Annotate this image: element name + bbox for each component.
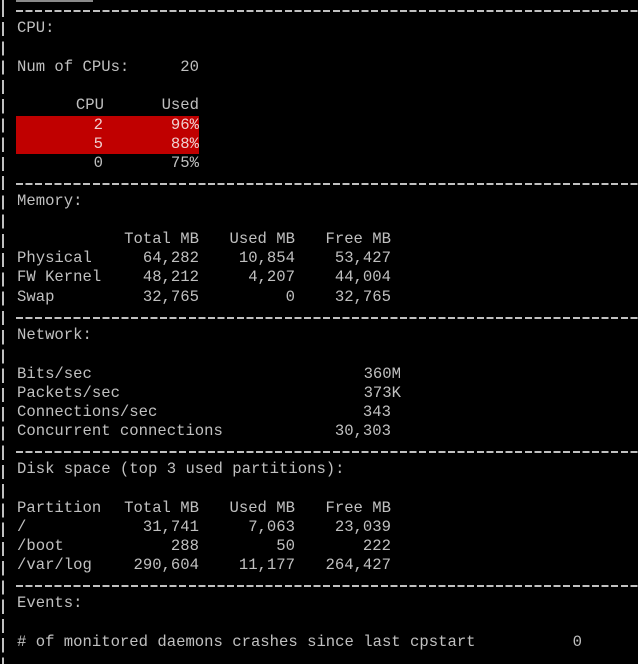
network-section-title: Network: [17, 326, 92, 344]
memory-row-free: 44,004 [334, 268, 391, 286]
cpu-section-title: CPU: [17, 19, 55, 37]
num-cpus-value: 20 [180, 58, 199, 76]
disk-row-free: 222 [362, 537, 391, 555]
section-divider [16, 183, 638, 185]
network-row-value: 30,303 [334, 422, 391, 440]
memory-row-total: 32,765 [142, 288, 199, 306]
events-section-title: Events: [17, 594, 83, 612]
network-row-value: 373K [363, 384, 401, 402]
cpu-row-alert: 2 96% [16, 116, 199, 136]
memory-header-used: Used MB [229, 230, 295, 248]
events-row-value: 0 [572, 633, 582, 651]
disk-row-total: 31,741 [142, 518, 199, 536]
cpu-header-used: Used [161, 96, 199, 114]
memory-row-free: 53,427 [334, 249, 391, 267]
events-row-label: # of monitored daemons crashes since las… [17, 633, 476, 651]
disk-row-name: /boot [17, 537, 64, 555]
memory-section-title: Memory: [17, 192, 83, 210]
disk-row-used: 50 [276, 537, 295, 555]
previous-line-fragment [16, 0, 93, 2]
cpu-id: 0 [93, 154, 103, 172]
memory-row-name: Swap [17, 288, 55, 306]
memory-row-used: 0 [285, 288, 295, 306]
section-divider [16, 10, 638, 12]
disk-row-name: /var/log [17, 556, 92, 574]
memory-row-used: 4,207 [248, 268, 295, 286]
disk-header-partition: Partition [17, 499, 102, 517]
memory-header-free: Free MB [325, 230, 391, 248]
disk-row-free: 23,039 [334, 518, 391, 536]
terminal-window[interactable]: CPU: Num of CPUs: 20 CPU Used 2 96% 5 88… [0, 0, 638, 664]
memory-header-total: Total MB [124, 230, 199, 248]
memory-row-name: FW Kernel [17, 268, 102, 286]
disk-header-free: Free MB [325, 499, 391, 517]
cpu-id: 2 [93, 116, 103, 134]
disk-row-free: 264,427 [325, 556, 391, 574]
network-row-value: 360M [363, 365, 401, 383]
network-row-label: Packets/sec [17, 384, 120, 402]
disk-row-total: 290,604 [133, 556, 199, 574]
section-divider [16, 585, 638, 587]
cpu-used: 96% [170, 116, 199, 134]
cpu-header-cpu: CPU [75, 96, 104, 114]
cpu-used: 75% [170, 154, 199, 172]
memory-row-used: 10,854 [238, 249, 295, 267]
disk-header-total: Total MB [124, 499, 199, 517]
left-border [2, 0, 4, 664]
disk-row-total: 288 [170, 537, 199, 555]
memory-row-free: 32,765 [334, 288, 391, 306]
network-row-value: 343 [362, 403, 391, 421]
memory-row-total: 64,282 [142, 249, 199, 267]
network-row-label: Connections/sec [17, 403, 158, 421]
disk-row-name: / [17, 518, 27, 536]
section-divider [16, 317, 638, 319]
cpu-used: 88% [170, 135, 199, 153]
memory-row-name: Physical [17, 249, 92, 267]
cpu-id: 5 [93, 135, 103, 153]
num-cpus-label: Num of CPUs: [17, 58, 130, 76]
cpu-row-alert: 5 88% [16, 135, 199, 155]
network-row-label: Bits/sec [17, 365, 92, 383]
disk-header-used: Used MB [229, 499, 295, 517]
disk-section-title: Disk space (top 3 used partitions): [17, 460, 345, 478]
disk-row-used: 11,177 [238, 556, 295, 574]
disk-row-used: 7,063 [248, 518, 295, 536]
network-row-label: Concurrent connections [17, 422, 223, 440]
memory-row-total: 48,212 [142, 268, 199, 286]
section-divider [16, 451, 638, 453]
